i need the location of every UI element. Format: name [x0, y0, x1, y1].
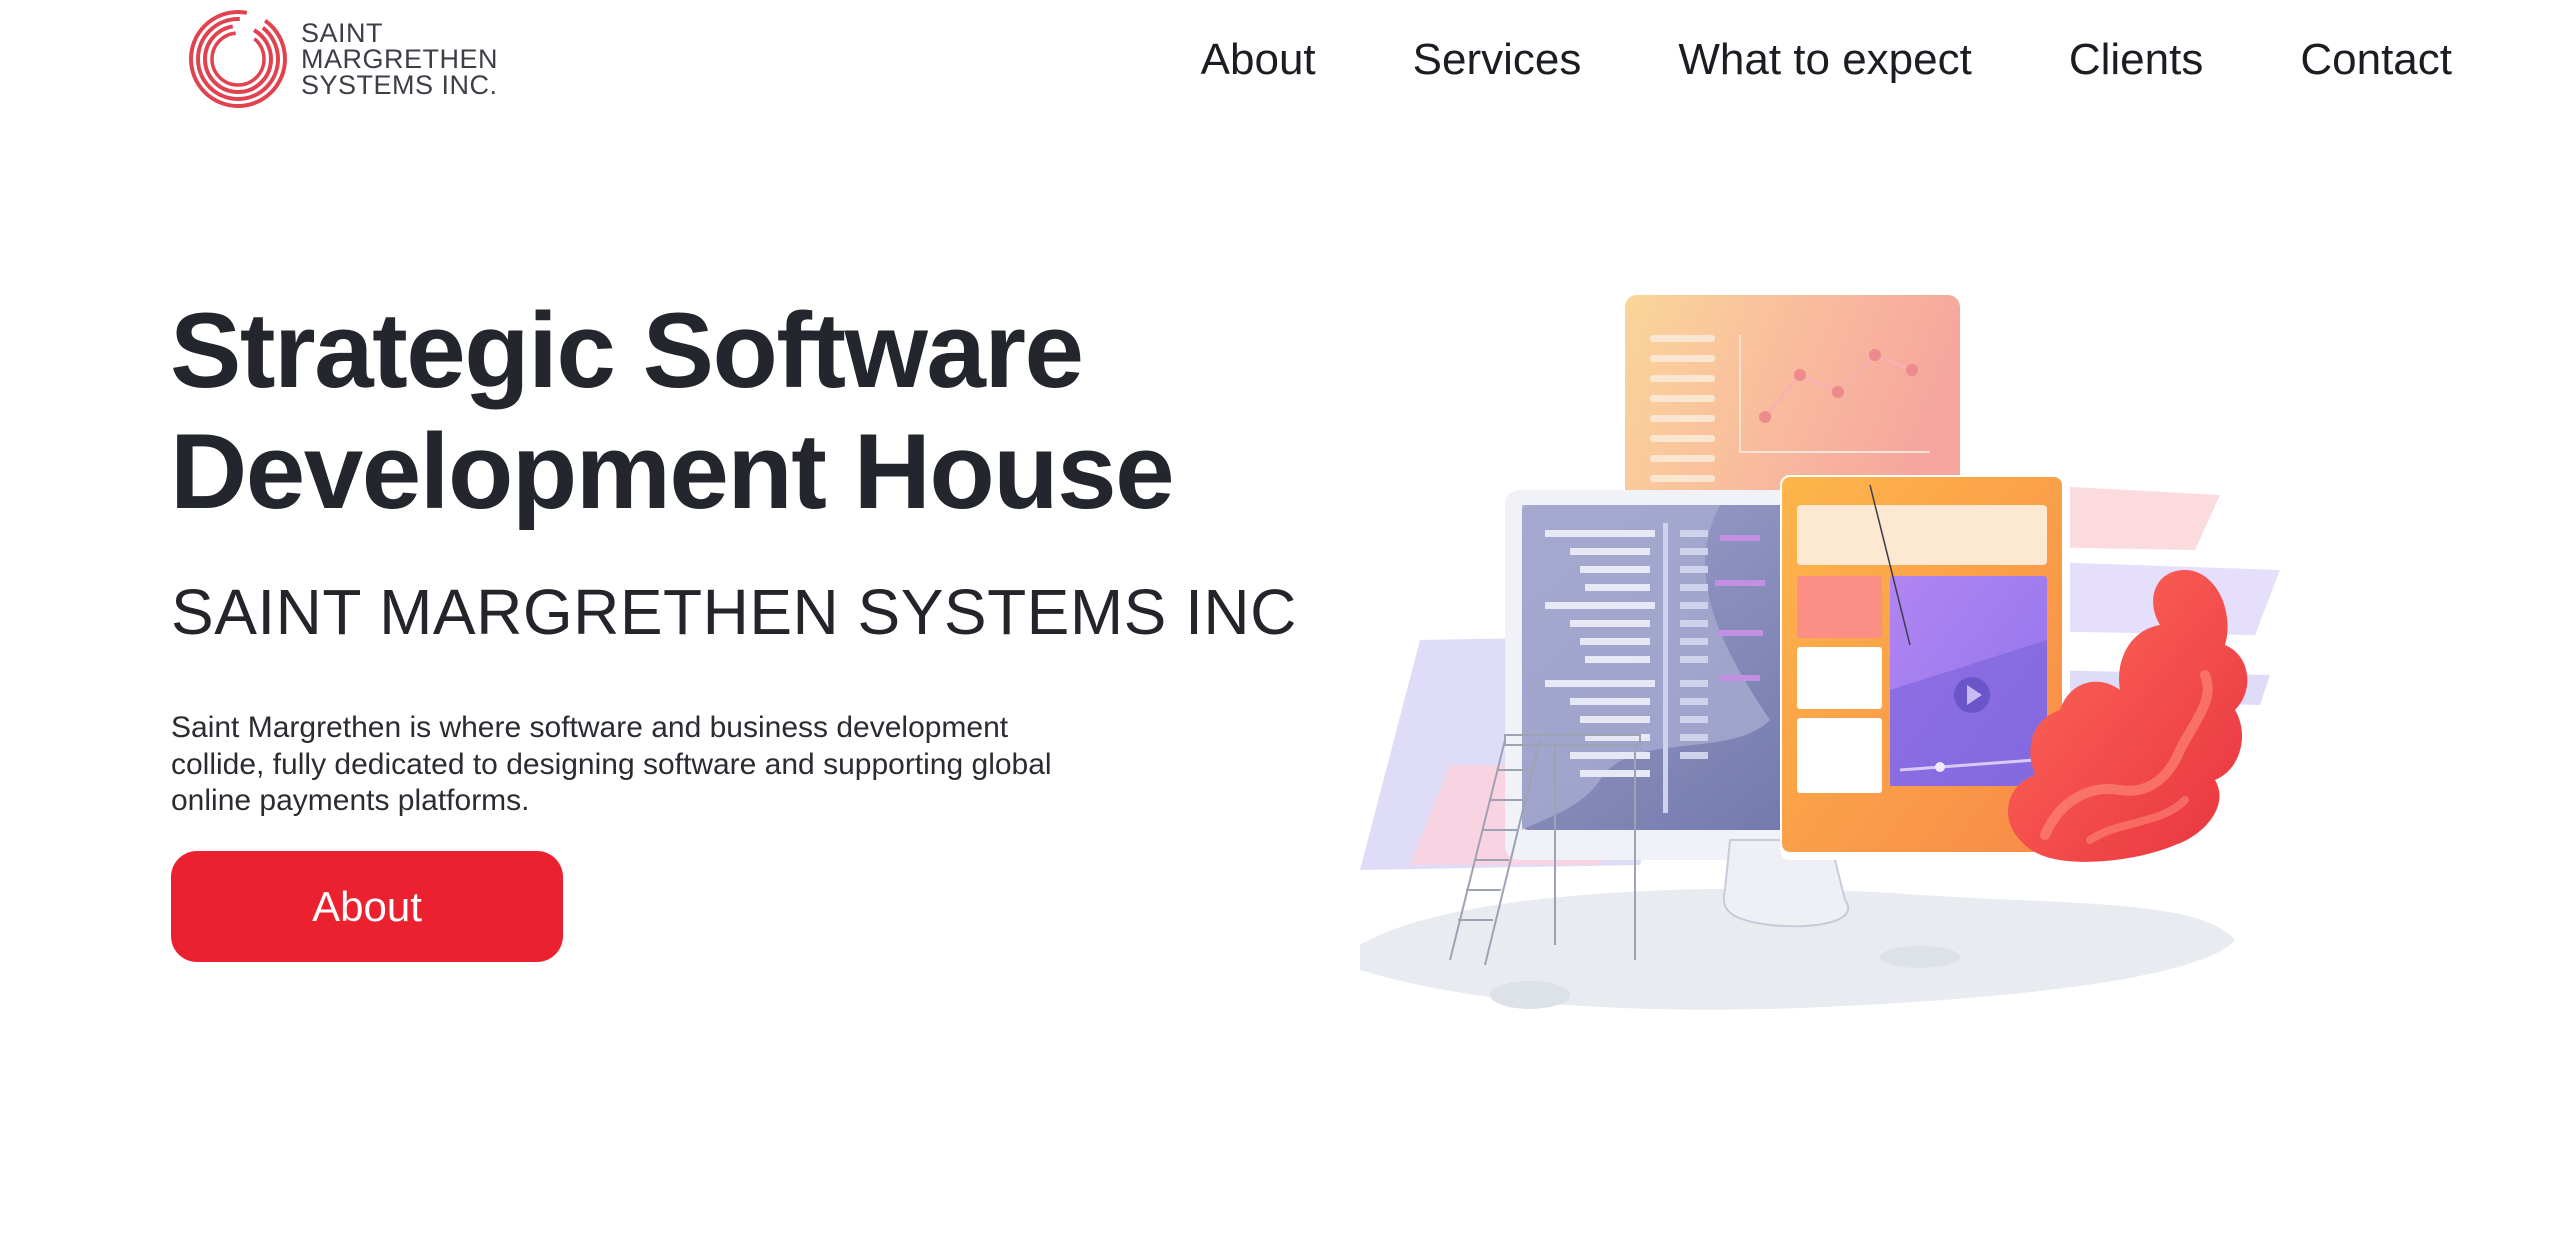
site-header: SAINT MARGRETHEN SYSTEMS INC. About Serv… [0, 0, 2560, 130]
logo-line-3: SYSTEMS INC. [301, 70, 498, 100]
nav-clients[interactable]: Clients [2069, 30, 2204, 90]
nav-contact[interactable]: Contact [2300, 30, 2452, 90]
logo-rings-icon [189, 10, 287, 108]
main-nav: About Services What to expect Clients Co… [1201, 30, 2452, 90]
hero-subtitle: SAINT MARGRETHEN SYSTEMS INC [171, 576, 1297, 648]
logo-line-1: SAINT [301, 18, 384, 48]
play-icon [1954, 677, 1990, 713]
hero-title: Strategic Software Development House [170, 290, 1175, 531]
logo-wordmark: SAINT MARGRETHEN SYSTEMS INC. [301, 18, 499, 100]
nav-about[interactable]: About [1201, 30, 1316, 90]
hero-description: Saint Margrethen is where software and b… [171, 711, 1052, 817]
about-button[interactable]: About [171, 851, 563, 962]
logo-link[interactable]: SAINT MARGRETHEN SYSTEMS INC. [187, 8, 498, 110]
nav-what-to-expect[interactable]: What to expect [1678, 30, 1971, 90]
logo-line-2: MARGRETHEN [301, 44, 499, 74]
computer-dashboard-illustration [1360, 295, 2280, 1010]
nav-services[interactable]: Services [1413, 30, 1582, 90]
page: SAINT MARGRETHEN SYSTEMS INC. About Serv… [0, 0, 2560, 1235]
